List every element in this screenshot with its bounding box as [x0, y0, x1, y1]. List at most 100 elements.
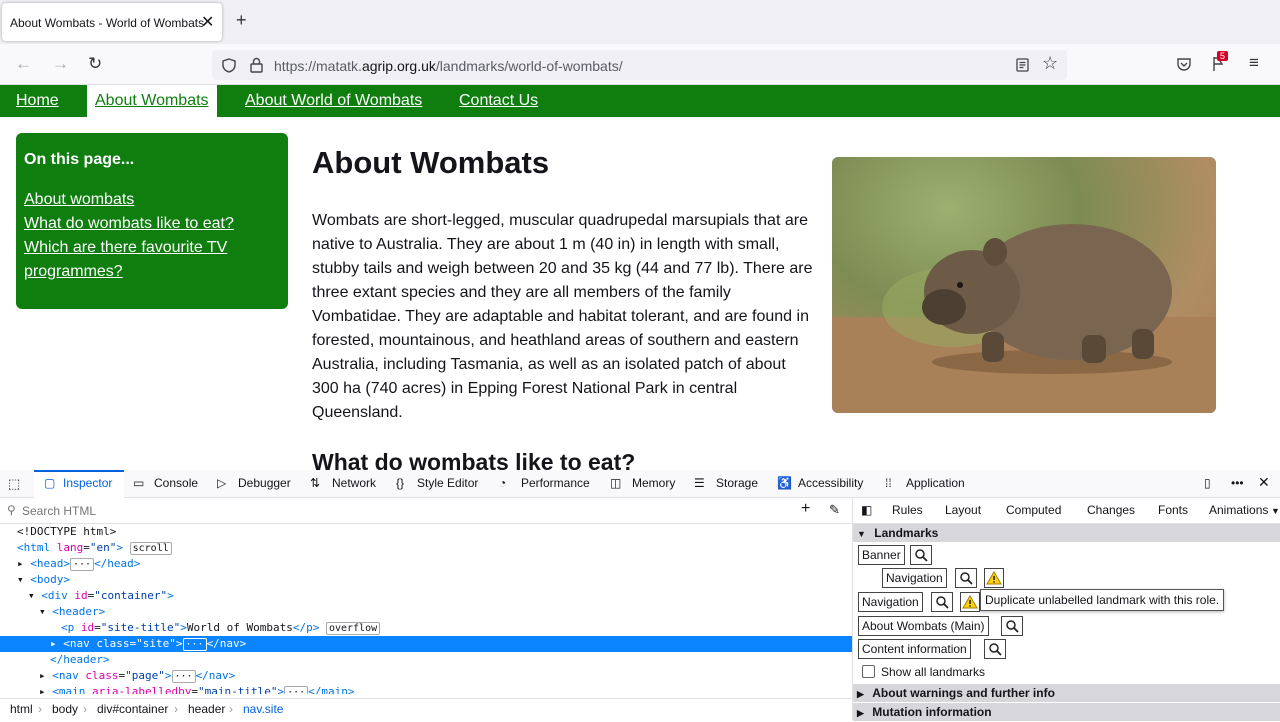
side-tab-changes[interactable]: Changes — [1087, 503, 1135, 517]
site-nav-about-wombats[interactable]: About Wombats — [87, 85, 217, 117]
shield-icon[interactable] — [222, 58, 236, 73]
close-devtools-icon[interactable]: ✕ — [1258, 474, 1270, 491]
responsive-design-icon[interactable]: ▯ — [1204, 476, 1211, 490]
element-picker-icon[interactable]: ⬚ — [8, 476, 20, 492]
toc-link-tv[interactable]: Which are there favourite TV — [24, 239, 227, 257]
search-icon[interactable] — [1001, 616, 1023, 636]
add-node-icon[interactable]: + — [801, 500, 810, 518]
paragraph-line: Queensland. — [312, 404, 403, 421]
chevron-down-icon: ▼ — [857, 529, 866, 539]
show-all-label: Show all landmarks — [881, 665, 986, 679]
devtools-tab-inspector[interactable]: Inspector — [63, 476, 112, 490]
close-tab-icon[interactable]: ✕ — [201, 12, 214, 32]
markup-row[interactable]: </header> — [0, 652, 852, 668]
on-this-page-box: On this page... About wombats What do wo… — [16, 133, 288, 309]
markup-row[interactable]: ▸ <nav class="page"> ··· </nav> — [0, 668, 852, 684]
url-bar[interactable]: https://matatk.agrip.org.uk/landmarks/wo… — [212, 50, 1067, 80]
breadcrumb-item[interactable]: body — [52, 702, 78, 716]
markup-row[interactable]: ▾ <div id="container"> — [0, 588, 852, 604]
page-title: About Wombats — [312, 145, 550, 180]
search-icon[interactable] — [955, 568, 977, 588]
search-icon[interactable] — [910, 545, 932, 565]
new-tab-icon[interactable]: + — [236, 10, 247, 31]
back-arrow-icon[interactable]: ← — [15, 54, 32, 74]
site-nav-about-world[interactable]: About World of Wombats — [245, 92, 422, 110]
eyedropper-icon[interactable]: ✎ — [829, 502, 840, 518]
landmark-navigation-2[interactable]: Navigation — [858, 592, 923, 612]
devtools-tab-debugger[interactable]: Debugger — [238, 476, 291, 490]
chevron-right-icon: › — [83, 702, 87, 716]
markup-row-selected[interactable]: ▸ <nav class="site"> ··· </nav> — [0, 636, 852, 652]
toc-link-eat[interactable]: What do wombats like to eat? — [24, 215, 234, 233]
warnings-section-header[interactable]: ▶ About warnings and further info — [853, 684, 1280, 702]
forward-arrow-icon[interactable]: → — [52, 54, 69, 74]
side-tab-fonts[interactable]: Fonts — [1158, 503, 1188, 517]
site-nav-home[interactable]: Home — [16, 92, 59, 110]
chevron-right-icon: ▶ — [857, 689, 864, 699]
landmarks-header-label: Landmarks — [874, 526, 939, 540]
breadcrumb-item[interactable]: header — [188, 702, 225, 716]
memory-icon: ◫ — [610, 476, 622, 490]
breadcrumb-item[interactable]: html — [10, 702, 33, 716]
breadcrumb-item[interactable]: div#container — [97, 702, 168, 716]
mutation-section-header[interactable]: ▶ Mutation information — [853, 703, 1280, 721]
scroll-badge[interactable]: scroll — [129, 542, 172, 555]
devtools-tab-application[interactable]: Application — [906, 476, 965, 490]
pocket-icon[interactable] — [1176, 57, 1192, 72]
devtools-tab-network[interactable]: Network — [332, 476, 376, 490]
paragraph-line: forested, mountainous, and heathland are… — [312, 332, 799, 349]
devtools-tab-console[interactable]: Console — [154, 476, 198, 490]
chevron-down-icon[interactable]: ▼ — [1271, 506, 1280, 516]
search-html-input[interactable] — [22, 501, 782, 520]
devtools-tab-performance[interactable]: Performance — [521, 476, 590, 490]
show-all-checkbox[interactable] — [862, 665, 875, 678]
breadcrumb: html › body › div#container › header › n… — [0, 698, 852, 720]
breadcrumb-item-current[interactable]: nav.site — [243, 702, 283, 716]
reload-icon[interactable]: ↻ — [88, 54, 102, 74]
overflow-badge[interactable]: overflow — [325, 622, 381, 635]
side-tab-rules[interactable]: Rules — [892, 503, 923, 517]
sidebar-toggle-icon[interactable]: ◧ — [861, 503, 872, 517]
menu-hamburger-icon[interactable]: ≡ — [1249, 53, 1259, 73]
toc-link-tv-cont[interactable]: programmes? — [24, 263, 123, 281]
markup-row[interactable]: <p id="site-title">World of Wombats</p> … — [0, 620, 852, 636]
more-options-icon[interactable]: ••• — [1231, 476, 1244, 490]
bookmark-star-icon[interactable]: ☆ — [1042, 53, 1058, 74]
page-viewport: Home About Wombats About World of Wombat… — [0, 85, 1280, 470]
warning-icon[interactable] — [984, 568, 1004, 588]
markup-row[interactable]: ▸ <head> ··· </head> — [0, 556, 852, 572]
landmark-contentinfo[interactable]: Content information — [858, 639, 971, 659]
devtools-tab-style-editor[interactable]: Style Editor — [417, 476, 478, 490]
tab-title: About Wombats - World of Wombats — [10, 16, 205, 30]
on-this-page-title: On this page... — [24, 151, 135, 168]
landmark-navigation-1[interactable]: Navigation — [882, 568, 947, 588]
search-icon[interactable] — [931, 592, 953, 612]
debugger-icon: ▷ — [217, 476, 227, 490]
markup-row[interactable]: ▸ <main aria-labelledby="main-title"> ···… — [0, 684, 852, 694]
reader-view-icon[interactable] — [1016, 58, 1029, 72]
devtools-tab-accessibility[interactable]: Accessibility — [798, 476, 863, 490]
search-icon: ⚲ — [7, 503, 16, 517]
landmark-banner[interactable]: Banner — [858, 545, 905, 565]
markup-row[interactable]: ▾ <header> — [0, 604, 852, 620]
lock-icon[interactable] — [250, 57, 263, 73]
browser-tab[interactable]: About Wombats - World of Wombats ✕ — [2, 3, 222, 41]
markup-row[interactable]: ▾ <body> — [0, 572, 852, 588]
devtools-tab-storage[interactable]: Storage — [716, 476, 758, 490]
site-nav-contact[interactable]: Contact Us — [459, 92, 538, 110]
markup-row[interactable]: <!DOCTYPE html> — [0, 524, 852, 540]
devtools-tab-memory[interactable]: Memory — [632, 476, 675, 490]
nav-toolbar: ← → ↻ https://matatk.agrip.org.uk/landma… — [0, 44, 1280, 85]
paragraph-line: 300 ha (740 acres) in Epping Forest Nati… — [312, 380, 738, 397]
side-tab-layout[interactable]: Layout — [945, 503, 981, 517]
landmarks-section-header[interactable]: ▼ Landmarks — [853, 524, 1280, 542]
landmark-main[interactable]: About Wombats (Main) — [858, 616, 989, 636]
side-tab-computed[interactable]: Computed — [1006, 503, 1061, 517]
accessibility-icon: ♿ — [777, 476, 792, 490]
markup-row[interactable]: <html lang="en"> scroll — [0, 540, 852, 556]
devtools-toolbar: ⬚ ▢ Inspector ▭ Console ▷ Debugger ⇅ Net… — [0, 470, 1280, 498]
toc-link-about[interactable]: About wombats — [24, 191, 134, 209]
search-icon[interactable] — [984, 639, 1006, 659]
warning-icon[interactable] — [960, 592, 980, 612]
side-tab-animations[interactable]: Animations — [1209, 503, 1271, 517]
